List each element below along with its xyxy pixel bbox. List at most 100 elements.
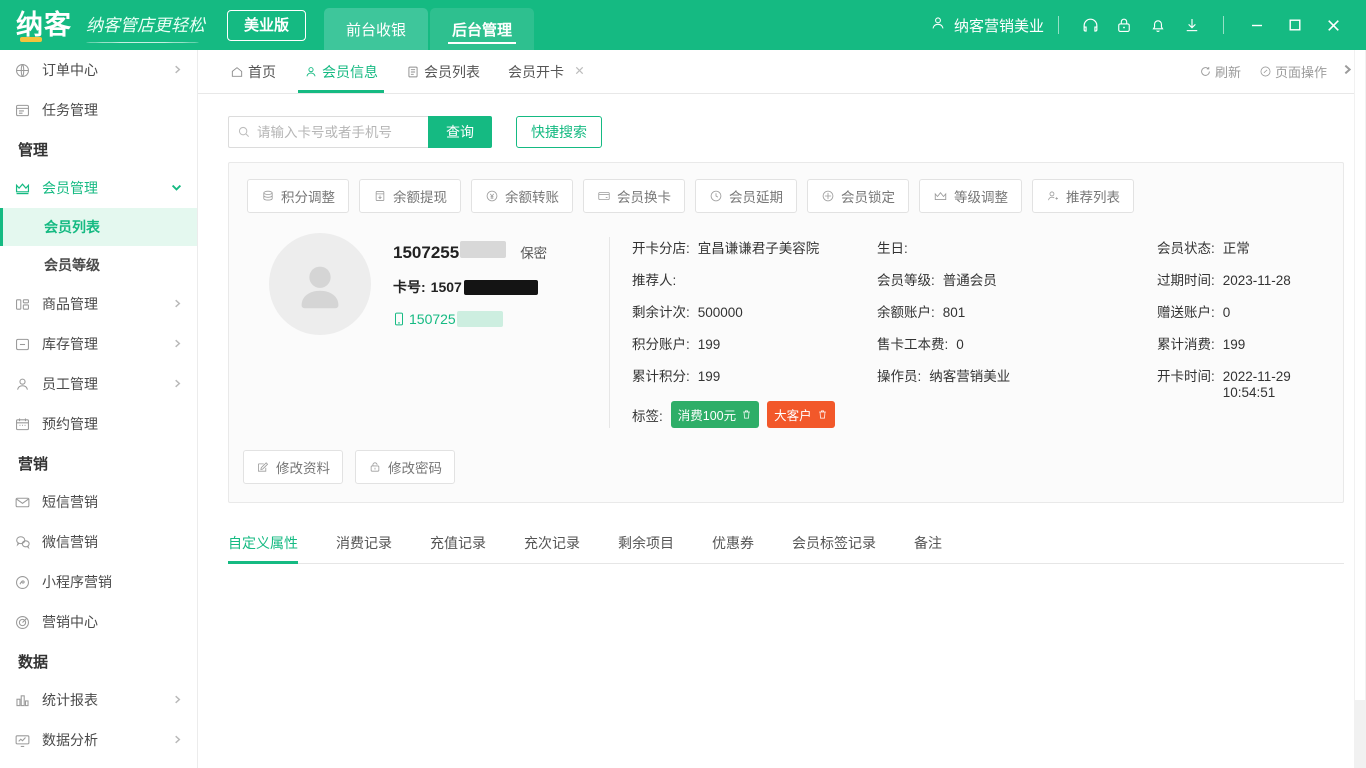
member-card-change-button[interactable]: 会员换卡 bbox=[583, 179, 685, 213]
sidebar-item-label: 短信营销 bbox=[42, 492, 98, 512]
maximize-button[interactable] bbox=[1276, 8, 1314, 42]
search-input[interactable] bbox=[257, 125, 420, 140]
sidebar-item-label: 会员管理 bbox=[42, 178, 98, 198]
subtab-consumption-records[interactable]: 消费记录 bbox=[336, 523, 392, 563]
lock-icon bbox=[368, 460, 382, 474]
member-tag[interactable]: 消费100元 bbox=[671, 401, 759, 428]
mode-tab-frontdesk[interactable]: 前台收银 bbox=[324, 8, 428, 50]
tab-member-list[interactable]: 会员列表 bbox=[392, 50, 494, 93]
close-button[interactable] bbox=[1314, 8, 1352, 42]
list-icon bbox=[406, 65, 420, 79]
tag-label: 消费100元 bbox=[678, 405, 736, 424]
query-button[interactable]: 查询 bbox=[428, 116, 492, 148]
sidebar-item-goods-management[interactable]: 商品管理 bbox=[0, 284, 197, 324]
titlebar-divider-2 bbox=[1223, 16, 1224, 34]
chevron-right-icon[interactable] bbox=[1341, 63, 1354, 80]
content-scrollbar[interactable] bbox=[1354, 50, 1366, 768]
sidebar-subitem-member-list[interactable]: 会员列表 bbox=[0, 208, 197, 246]
info-row: 剩余计次:500000 bbox=[632, 305, 877, 321]
member-gender: 保密 bbox=[520, 242, 547, 262]
sidebar-item-miniprogram-marketing[interactable]: 小程序营销 bbox=[0, 562, 197, 602]
balance-transfer-button[interactable]: 余额转账 bbox=[471, 179, 573, 213]
subtab-member-tag-records[interactable]: 会员标签记录 bbox=[792, 523, 876, 563]
close-icon[interactable] bbox=[574, 64, 585, 79]
balance-withdraw-button[interactable]: 余额提现 bbox=[359, 179, 461, 213]
subtab-custom-attributes[interactable]: 自定义属性 bbox=[228, 523, 298, 563]
edition-button[interactable]: 美业版 bbox=[227, 10, 306, 41]
user-account[interactable]: 纳客营销美业 bbox=[930, 15, 1044, 36]
member-detail-card: 积分调整 余额提现 bbox=[228, 162, 1344, 503]
download-icon[interactable] bbox=[1175, 10, 1209, 40]
info-key: 推荐人: bbox=[632, 273, 676, 289]
info-row: 累计消费:199 bbox=[1157, 337, 1325, 353]
member-extend-button[interactable]: 会员延期 bbox=[695, 179, 797, 213]
info-row: 推荐人: bbox=[632, 273, 877, 289]
lock-icon[interactable] bbox=[1107, 10, 1141, 40]
tab-home[interactable]: 首页 bbox=[216, 50, 290, 93]
sidebar-item-statistics-report[interactable]: 统计报表 bbox=[0, 680, 197, 720]
sidebar: 订单中心 任务管理 管理 bbox=[0, 50, 198, 768]
referral-list-button[interactable]: 推荐列表 bbox=[1032, 179, 1134, 213]
redaction-block bbox=[457, 311, 503, 327]
chevron-right-icon bbox=[172, 694, 183, 707]
detail-subtabs: 自定义属性 消费记录 充值记录 充次记录 剩余项目 优惠券 会员标签记录 备注 bbox=[228, 523, 1344, 564]
tab-member-info[interactable]: 会员信息 bbox=[290, 50, 392, 93]
card-number-value: 1507 bbox=[431, 279, 462, 295]
titlebar-divider-1 bbox=[1058, 16, 1059, 34]
subtab-recharge-records[interactable]: 充值记录 bbox=[430, 523, 486, 563]
sidebar-scroll: 订单中心 任务管理 管理 bbox=[0, 50, 197, 768]
sidebar-subitem-member-level[interactable]: 会员等级 bbox=[0, 246, 197, 284]
action-label: 余额转账 bbox=[505, 186, 559, 206]
minimize-button[interactable] bbox=[1238, 8, 1276, 42]
info-value: 199 bbox=[1223, 337, 1246, 353]
member-tag[interactable]: 大客户 bbox=[767, 401, 835, 428]
sidebar-item-task-management[interactable]: 任务管理 bbox=[0, 90, 197, 130]
trash-icon[interactable] bbox=[741, 409, 752, 420]
sidebar-item-staff-management[interactable]: 员工管理 bbox=[0, 364, 197, 404]
sidebar-item-member-management[interactable]: 会员管理 bbox=[0, 168, 197, 208]
sidebar-item-marketing-center[interactable]: 营销中心 bbox=[0, 602, 197, 642]
subtab-remarks[interactable]: 备注 bbox=[914, 523, 942, 563]
bell-icon[interactable] bbox=[1141, 10, 1175, 40]
sidebar-item-label: 营销中心 bbox=[42, 612, 98, 632]
points-adjust-button[interactable]: 积分调整 bbox=[247, 179, 349, 213]
page-content: 查询 快捷搜索 积分调整 bbox=[198, 94, 1366, 768]
level-adjust-button[interactable]: 等级调整 bbox=[919, 179, 1022, 213]
member-lock-button[interactable]: 会员锁定 bbox=[807, 179, 909, 213]
tab-member-card-open[interactable]: 会员开卡 bbox=[494, 50, 599, 93]
info-row: 操作员:纳客营销美业 bbox=[877, 369, 1157, 385]
subtab-coupons[interactable]: 优惠券 bbox=[712, 523, 754, 563]
content-scrollbar-thumb[interactable] bbox=[1355, 50, 1365, 700]
trash-icon[interactable] bbox=[817, 409, 828, 420]
quick-search-button[interactable]: 快捷搜索 bbox=[516, 116, 602, 148]
action-label: 会员换卡 bbox=[617, 186, 671, 206]
mode-tab-backend[interactable]: 后台管理 bbox=[430, 8, 534, 50]
member-phone-row: 150725 bbox=[393, 311, 603, 327]
info-value: 500000 bbox=[698, 305, 743, 321]
page-operations-button[interactable]: 页面操作 bbox=[1259, 62, 1327, 81]
search-input-wrapper[interactable] bbox=[228, 116, 428, 148]
info-key: 售卡工本费: bbox=[877, 337, 948, 353]
info-row: 累计积分:199 bbox=[632, 369, 877, 385]
lockcircle-icon bbox=[821, 189, 835, 203]
sidebar-item-appointment-management[interactable]: 预约管理 bbox=[0, 404, 197, 444]
sidebar-item-sms-marketing[interactable]: 短信营销 bbox=[0, 482, 197, 522]
sidebar-group-data: 数据 bbox=[0, 642, 197, 680]
sidebar-item-inventory-management[interactable]: 库存管理 bbox=[0, 324, 197, 364]
info-value: 2023-11-28 bbox=[1223, 273, 1291, 289]
info-row: 开卡时间:2022-11-29 10:54:51 bbox=[1157, 369, 1325, 401]
search-icon bbox=[237, 125, 251, 139]
sidebar-item-data-analysis[interactable]: 数据分析 bbox=[0, 720, 197, 760]
member-name: 1507255 bbox=[393, 243, 459, 263]
sidebar-item-wechat-marketing[interactable]: 微信营销 bbox=[0, 522, 197, 562]
headset-icon[interactable] bbox=[1073, 10, 1107, 40]
app-body: 订单中心 任务管理 管理 bbox=[0, 50, 1366, 768]
edit-profile-button[interactable]: 修改资料 bbox=[243, 450, 343, 484]
edit-password-button[interactable]: 修改密码 bbox=[355, 450, 455, 484]
subtab-count-recharge-records[interactable]: 充次记录 bbox=[524, 523, 580, 563]
action-label: 推荐列表 bbox=[1066, 186, 1120, 206]
sidebar-item-order-center[interactable]: 订单中心 bbox=[0, 50, 197, 90]
refresh-button[interactable]: 刷新 bbox=[1199, 62, 1241, 81]
subtab-remaining-items[interactable]: 剩余项目 bbox=[618, 523, 674, 563]
info-key: 开卡时间: bbox=[1157, 369, 1215, 401]
